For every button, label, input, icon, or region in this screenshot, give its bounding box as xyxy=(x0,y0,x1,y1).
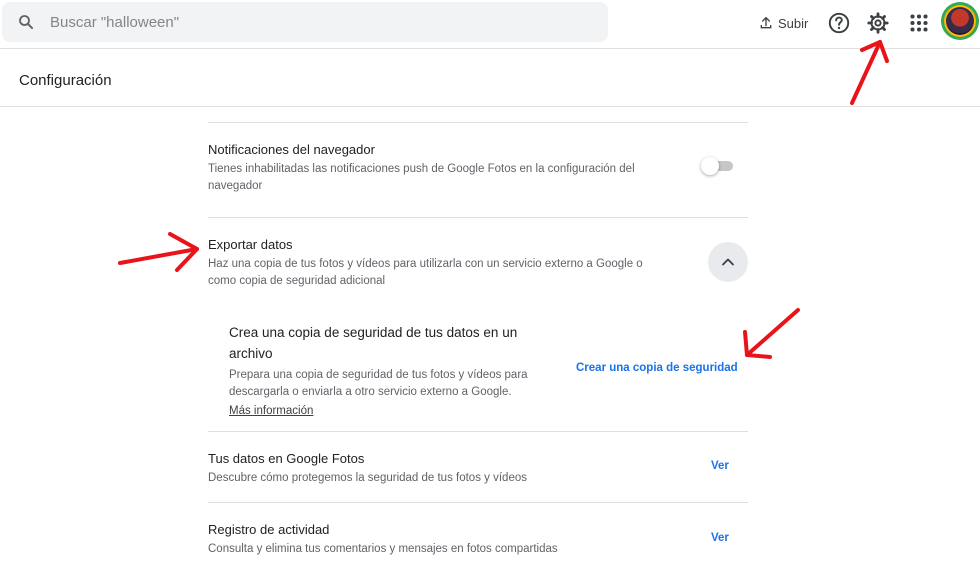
activity-setting: Registro de actividad Consulta y elimina… xyxy=(208,521,748,558)
notifications-description: Tienes inhabilitadas las notificaciones … xyxy=(208,163,635,192)
your-data-title: Tus datos en Google Fotos xyxy=(208,451,365,466)
arrow-to-create-backup-link xyxy=(743,308,800,359)
help-icon[interactable] xyxy=(826,10,852,36)
backup-title: Crea una copia de seguridad de tus datos… xyxy=(229,325,518,361)
your-data-setting: Tus datos en Google Fotos Descubre cómo … xyxy=(208,450,748,487)
export-title: Exportar datos xyxy=(208,237,293,252)
avatar[interactable] xyxy=(944,5,976,37)
activity-title: Registro de actividad xyxy=(208,522,330,537)
activity-description: Consulta y elimina tus comentarios y men… xyxy=(208,543,558,555)
divider xyxy=(208,122,748,123)
backup-section: Crea una copia de seguridad de tus datos… xyxy=(229,322,559,420)
apps-icon[interactable] xyxy=(906,10,932,36)
settings-icon[interactable] xyxy=(865,10,891,36)
activity-view-link[interactable]: Ver xyxy=(711,532,729,544)
your-data-view-link[interactable]: Ver xyxy=(711,460,729,472)
more-info-link[interactable]: Más información xyxy=(229,403,313,420)
your-data-description: Descubre cómo protegemos la seguridad de… xyxy=(208,472,527,484)
arrow-to-export-title xyxy=(118,232,199,272)
top-bar: Subir xyxy=(0,0,980,49)
chevron-up-icon xyxy=(722,258,734,266)
divider xyxy=(208,431,748,432)
divider xyxy=(208,217,748,218)
search-input[interactable] xyxy=(50,8,590,36)
notifications-setting: Notificaciones del navegador Tienes inha… xyxy=(208,141,748,195)
divider xyxy=(208,502,748,503)
collapse-button[interactable] xyxy=(708,242,748,282)
page-title: Configuración xyxy=(19,72,112,89)
page-header: Configuración xyxy=(0,49,980,107)
backup-description: Prepara una copia de seguridad de tus fo… xyxy=(229,369,528,398)
search-bar[interactable] xyxy=(2,2,608,42)
notifications-title: Notificaciones del navegador xyxy=(208,142,375,157)
notifications-toggle[interactable] xyxy=(701,157,733,175)
upload-label: Subir xyxy=(778,15,809,31)
export-description: Haz una copia de tus fotos y vídeos para… xyxy=(208,258,643,287)
search-icon[interactable] xyxy=(17,13,35,31)
create-backup-link[interactable]: Crear una copia de seguridad xyxy=(576,362,738,374)
export-setting: Exportar datos Haz una copia de tus foto… xyxy=(208,236,748,290)
upload-button[interactable]: Subir xyxy=(758,12,808,34)
upload-icon xyxy=(760,17,772,29)
